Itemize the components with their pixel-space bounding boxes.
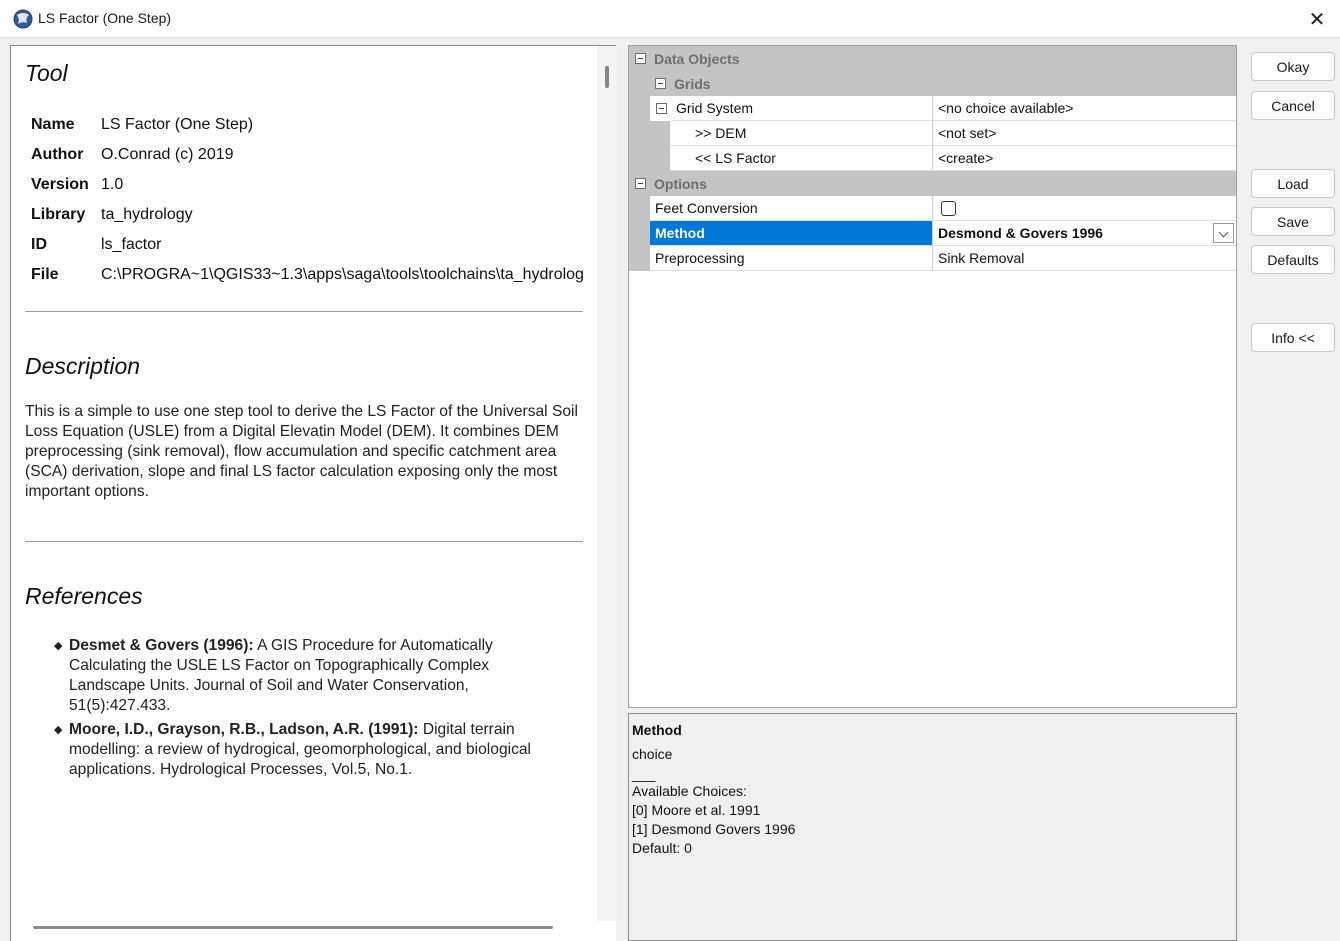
property-grid: Data Objects Grids Grid System <no choic… [628, 45, 1237, 708]
info-value: C:\PROGRA~1\QGIS33~1.3\apps\saga\tools\t… [101, 266, 584, 283]
choice-1: [1] Desmond Govers 1996 [632, 821, 796, 837]
row-gutter [629, 146, 670, 171]
tool-heading: Tool [25, 60, 68, 86]
category-options[interactable]: Options [629, 171, 1236, 196]
property-ls-factor[interactable]: << LS Factor <create> [629, 146, 1236, 171]
collapse-icon[interactable] [635, 178, 646, 189]
collapse-icon[interactable] [635, 53, 646, 64]
info-value: ta_hydrology [101, 206, 193, 223]
property-name: >> DEM [670, 121, 933, 146]
bullet-icon: ◆ [54, 724, 63, 736]
reference-title: Desmet & Govers (1996): [69, 637, 254, 654]
close-icon[interactable]: ✕ [1294, 0, 1340, 38]
row-gutter [629, 121, 670, 146]
property-name: Grid System [671, 96, 933, 121]
title-bar: LS Factor (One Step) ✕ [0, 0, 1340, 38]
property-name: << LS Factor [670, 146, 933, 171]
window-title: LS Factor (One Step) [38, 10, 172, 26]
property-value[interactable]: Sink Removal [933, 246, 1236, 271]
property-name: Preprocessing [650, 246, 933, 271]
info-toggle-button[interactable]: Info << [1251, 323, 1335, 352]
property-value[interactable]: <no choice available> [933, 96, 1236, 121]
reference-title: Moore, I.D., Grayson, R.B., Ladson, A.R.… [69, 721, 419, 738]
chevron-down-icon[interactable] [1213, 223, 1234, 243]
load-button[interactable]: Load [1251, 169, 1335, 198]
category-data-objects[interactable]: Data Objects [629, 46, 1236, 71]
row-gutter [629, 96, 650, 121]
property-grid-system[interactable]: Grid System <no choice available> [629, 96, 1236, 121]
globe-app-icon [13, 9, 33, 29]
info-value: ls_factor [101, 236, 162, 253]
description-heading: Description [25, 353, 141, 379]
okay-button[interactable]: Okay [1251, 52, 1335, 81]
divider [25, 541, 583, 542]
vertical-scrollbar-thumb[interactable] [605, 66, 609, 88]
info-key: ID [31, 236, 47, 253]
info-value: O.Conrad (c) 2019 [101, 146, 234, 163]
info-key: Version [31, 176, 89, 193]
tool-info-pane[interactable]: Tool Name LS Factor (One Step) Author O.… [10, 45, 617, 941]
tool-dialog: LS Factor (One Step) ✕ Tool Name LS Fact… [0, 0, 1340, 941]
description-title: Method [632, 722, 682, 738]
row-gutter [629, 246, 650, 271]
property-name: Feet Conversion [650, 196, 933, 221]
property-value[interactable]: <create> [933, 146, 1236, 171]
description-text: This is a simple to use one step tool to… [25, 403, 578, 500]
info-key: Author [31, 146, 84, 163]
divider [25, 311, 583, 312]
property-preprocessing[interactable]: Preprocessing Sink Removal [629, 246, 1236, 271]
defaults-button[interactable]: Defaults [1251, 245, 1335, 274]
row-gutter [629, 196, 650, 221]
description-type: choice [632, 746, 673, 762]
tool-info-content: Tool Name LS Factor (One Step) Author O.… [25, 46, 601, 921]
reference-item: ◆ Moore, I.D., Grayson, R.B., Ladson, A.… [54, 720, 569, 780]
info-key: Library [31, 206, 86, 223]
method-select-value: Desmond & Govers 1996 [938, 225, 1103, 241]
cancel-button[interactable]: Cancel [1251, 91, 1335, 120]
row-gutter [629, 221, 650, 246]
category-grids[interactable]: Grids [629, 71, 1236, 96]
references-heading: References [25, 583, 143, 609]
default-value: Default: 0 [632, 840, 692, 856]
property-value[interactable]: <not set> [933, 121, 1236, 146]
collapse-icon[interactable] [655, 78, 666, 89]
feet-conversion-checkbox[interactable] [941, 201, 956, 216]
category-label: Data Objects [654, 51, 740, 67]
property-dem[interactable]: >> DEM <not set> [629, 121, 1236, 146]
collapse-icon[interactable] [656, 103, 667, 114]
property-feet-conversion[interactable]: Feet Conversion [629, 196, 1236, 221]
info-key: File [31, 266, 59, 283]
property-value-cell [933, 196, 1236, 221]
reference-item: ◆ Desmet & Govers (1996): A GIS Procedur… [54, 636, 569, 716]
category-label: Options [654, 176, 707, 192]
choice-0: [0] Moore et al. 1991 [632, 802, 761, 818]
category-label: Grids [674, 76, 711, 92]
method-select[interactable]: Desmond & Govers 1996 [933, 221, 1236, 246]
property-method[interactable]: Method Desmond & Govers 1996 [629, 221, 1236, 246]
horizontal-scrollbar-thumb[interactable] [33, 926, 553, 929]
property-description-box: Method choice ___ Available Choices: [0]… [628, 713, 1237, 941]
choices-label: Available Choices: [632, 783, 747, 799]
property-name: Method [650, 221, 933, 246]
bullet-icon: ◆ [54, 640, 63, 652]
save-button[interactable]: Save [1251, 207, 1335, 236]
info-value: 1.0 [101, 176, 124, 193]
info-key: Name [31, 116, 75, 133]
description-separator: ___ [632, 766, 656, 782]
info-value: LS Factor (One Step) [101, 116, 254, 133]
